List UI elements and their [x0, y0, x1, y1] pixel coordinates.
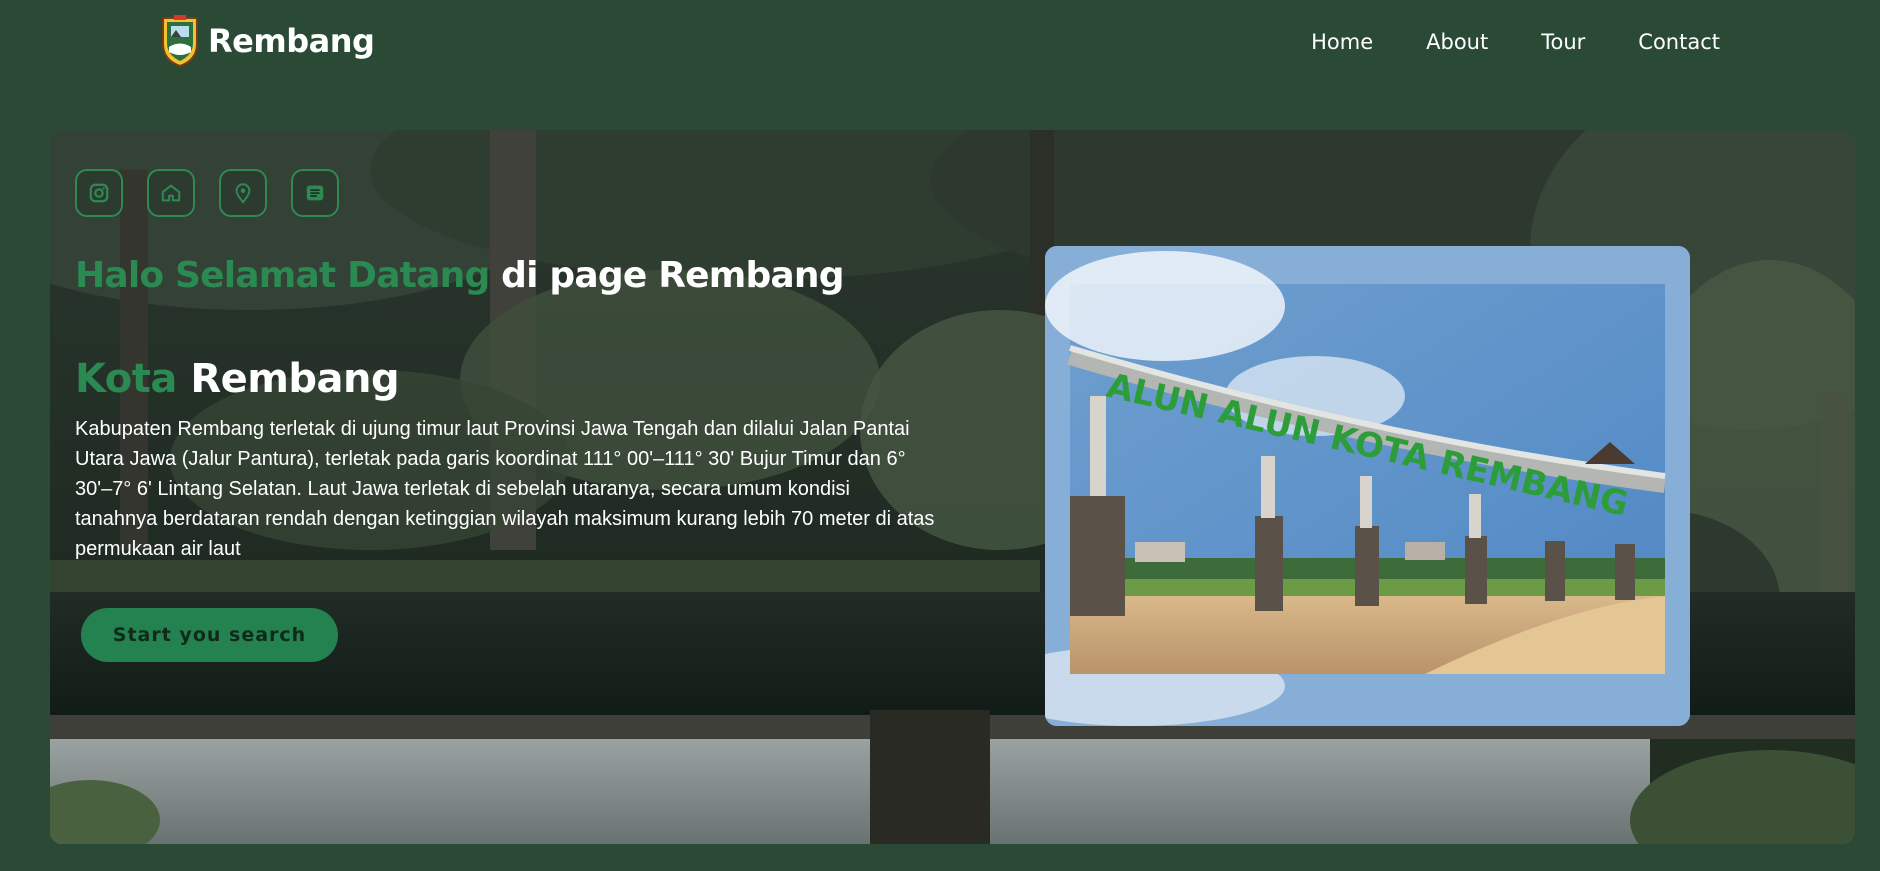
home-link[interactable] — [147, 169, 195, 217]
nav-link-tour[interactable]: Tour — [1541, 30, 1585, 54]
title-rest: Rembang — [176, 356, 400, 402]
main-nav: Home About Tour Contact — [1311, 24, 1720, 60]
alun-alun-photo-image: ALUN ALUN KOTA REMBANG — [1045, 246, 1690, 726]
message-icon — [306, 185, 324, 201]
home-icon — [161, 184, 181, 202]
brand-name: Rembang — [208, 22, 375, 60]
hero-section: Halo Selamat Datang di page Rembang Kota… — [50, 130, 1855, 844]
hero-description: Kabupaten Rembang terletak di ujung timu… — [75, 418, 935, 560]
alun-alun-photo: ALUN ALUN KOTA REMBANG — [1045, 246, 1690, 726]
nav-link-about[interactable]: About — [1426, 30, 1488, 54]
nav-item-home: Home — [1311, 30, 1373, 54]
hero-title: Kota Rembang — [75, 356, 575, 402]
instagram-icon — [89, 183, 109, 203]
location-pin-icon — [235, 183, 251, 204]
start-search-button[interactable]: Start you search — [81, 608, 338, 662]
top-navbar: Rembang Home About Tour Contact — [0, 0, 1880, 84]
location-link[interactable] — [219, 169, 267, 217]
nav-item-contact: Contact — [1638, 30, 1720, 54]
nav-link-contact[interactable]: Contact — [1638, 30, 1720, 54]
message-link[interactable] — [291, 169, 339, 217]
rembang-crest-icon — [162, 15, 198, 68]
title-accent: Kota — [75, 356, 177, 402]
nav-item-about: About — [1426, 30, 1488, 54]
nav-item-tour: Tour — [1541, 30, 1585, 54]
greeting-rest: di page Rembang — [489, 255, 844, 296]
hero-greeting: Halo Selamat Datang di page Rembang — [75, 255, 975, 296]
brand-home-link[interactable]: Rembang — [160, 14, 375, 68]
instagram-link[interactable] — [75, 169, 123, 217]
nav-link-home[interactable]: Home — [1311, 30, 1373, 54]
social-icon-row — [75, 169, 339, 217]
greeting-accent: Halo Selamat Datang — [75, 255, 490, 296]
